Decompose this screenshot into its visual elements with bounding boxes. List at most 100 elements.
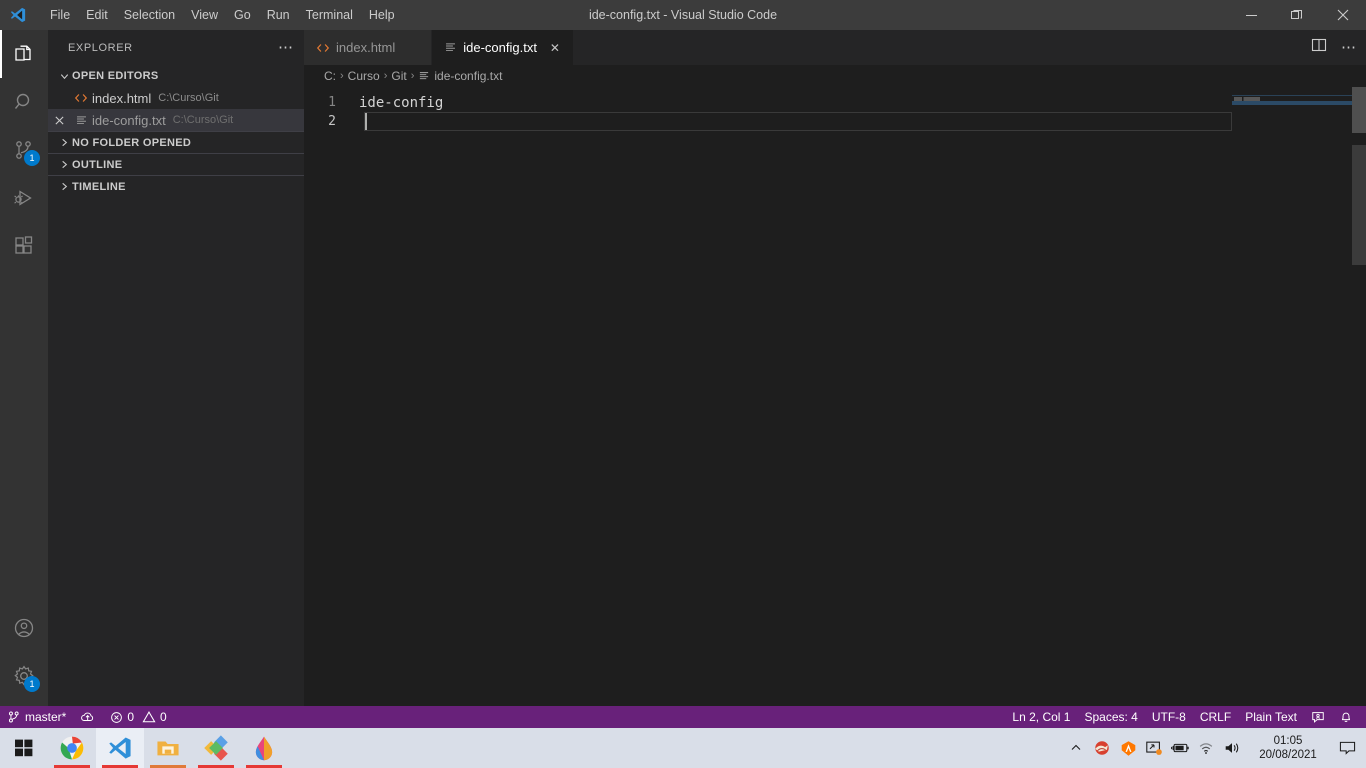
ellipsis-icon[interactable]: ⋯ xyxy=(1341,40,1356,55)
source-control-icon xyxy=(8,711,19,723)
menu-item-go[interactable]: Go xyxy=(226,0,259,30)
close-icon[interactable] xyxy=(48,115,70,126)
status-line-endings[interactable]: CRLF xyxy=(1193,706,1238,728)
minimize-button[interactable] xyxy=(1228,0,1274,30)
vscode-window: File Edit Selection View Go Run Terminal… xyxy=(0,0,1366,768)
taskbar-app-paint-drop[interactable] xyxy=(240,728,288,768)
html-file-icon xyxy=(70,91,92,105)
file-explorer-icon xyxy=(157,741,179,756)
status-cursor-position[interactable]: Ln 2, Col 1 xyxy=(1005,706,1077,728)
scrollbar-thumb[interactable] xyxy=(1352,87,1366,133)
open-editors-list: index.html C:\Curso\Git ide-config.txt C… xyxy=(48,87,304,131)
taskbar-app-diamond[interactable] xyxy=(192,728,240,768)
battery-icon[interactable] xyxy=(1168,728,1192,768)
breadcrumb-item-file[interactable]: ide-config.txt xyxy=(418,69,502,83)
activitybar-item-accounts[interactable] xyxy=(0,604,48,652)
sidebar-section-label: OUTLINE xyxy=(72,158,123,171)
breadcrumb-item-git[interactable]: Git xyxy=(391,69,406,83)
account-icon xyxy=(14,618,34,638)
taskbar-app-vscode[interactable] xyxy=(96,728,144,768)
status-sync[interactable] xyxy=(73,706,103,728)
cloud-upload-icon xyxy=(81,712,94,721)
chevron-right-icon xyxy=(56,137,72,148)
taskbar-clock[interactable]: 01:05 20/08/2021 xyxy=(1246,728,1330,768)
tab-index-html[interactable]: index.html ✕ xyxy=(304,30,433,65)
status-language-mode[interactable]: Plain Text xyxy=(1238,706,1304,728)
editor-area: index.html ✕ ide-config.txt ✕ xyxy=(304,30,1366,706)
wifi-icon[interactable] xyxy=(1194,728,1218,768)
activitybar-item-source-control[interactable]: 1 xyxy=(0,126,48,174)
editor-tabs: index.html ✕ ide-config.txt ✕ xyxy=(304,30,1366,65)
menu-item-edit[interactable]: Edit xyxy=(78,0,116,30)
status-problems[interactable]: 0 0 xyxy=(103,706,173,728)
bell-icon xyxy=(1342,712,1350,722)
menu-item-run[interactable]: Run xyxy=(259,0,298,30)
text-cursor xyxy=(365,113,367,130)
windows-start-icon[interactable] xyxy=(0,728,48,768)
menu-item-help[interactable]: Help xyxy=(361,0,403,30)
sidebar-section-no-folder-opened[interactable]: NO FOLDER OPENED xyxy=(48,131,304,153)
notification-icon[interactable] xyxy=(1332,728,1362,768)
status-encoding[interactable]: UTF-8 xyxy=(1145,706,1193,728)
sidebar-section-open-editors[interactable]: OPEN EDITORS xyxy=(48,65,304,87)
sidebar-section-timeline[interactable]: TIMELINE xyxy=(48,175,304,197)
window-controls xyxy=(1228,0,1366,30)
activitybar-item-manage[interactable]: 1 xyxy=(0,652,48,700)
text-file-icon xyxy=(70,114,92,127)
minimap[interactable] xyxy=(1232,87,1352,706)
taskbar-app-chrome[interactable] xyxy=(48,728,96,768)
scrollbar-track-segment[interactable] xyxy=(1352,145,1366,265)
code-editor[interactable]: 1 ide-config 2 xyxy=(304,87,1366,706)
close-icon[interactable]: ✕ xyxy=(547,40,563,56)
open-editor-item-index-html[interactable]: index.html C:\Curso\Git xyxy=(48,87,304,109)
taskbar-app-file-explorer[interactable] xyxy=(144,728,192,768)
menu-item-terminal[interactable]: Terminal xyxy=(298,0,361,30)
sidebar-section-label: OPEN EDITORS xyxy=(72,70,159,82)
avast-icon[interactable] xyxy=(1116,728,1140,768)
activitybar-item-search[interactable] xyxy=(0,78,48,126)
error-icon xyxy=(111,711,123,723)
run-debug-icon xyxy=(14,190,32,206)
chevron-up-icon[interactable] xyxy=(1064,728,1088,768)
vscode-icon xyxy=(109,737,131,759)
open-editor-description: C:\Curso\Git xyxy=(172,114,234,126)
menu-item-view[interactable]: View xyxy=(183,0,226,30)
open-editor-description: C:\Curso\Git xyxy=(158,92,219,104)
text-file-icon xyxy=(444,41,457,54)
breadcrumb-item-curso[interactable]: Curso xyxy=(348,69,380,83)
restore-button[interactable] xyxy=(1274,0,1320,30)
chrome-icon xyxy=(60,736,84,760)
menu-item-selection[interactable]: Selection xyxy=(116,0,183,30)
status-feedback[interactable] xyxy=(1304,706,1332,728)
status-bar-left: master* 0 0 xyxy=(0,706,174,728)
status-warning-count: 0 xyxy=(160,710,167,724)
speaker-icon[interactable] xyxy=(1220,728,1244,768)
activitybar-item-extensions[interactable] xyxy=(0,222,48,270)
code-line-1: 1 ide-config xyxy=(304,93,1366,112)
activity-bar: 1 1 xyxy=(0,30,48,706)
split-editor-icon[interactable] xyxy=(1311,37,1327,58)
ccleaner-icon[interactable] xyxy=(1090,728,1114,768)
close-button[interactable] xyxy=(1320,0,1366,30)
paint-drop-icon xyxy=(255,736,273,761)
activitybar-item-run-and-debug[interactable] xyxy=(0,174,48,222)
editor-scrollbar[interactable] xyxy=(1352,87,1366,706)
sidebar-title: EXPLORER xyxy=(68,41,133,54)
menu-item-file[interactable]: File xyxy=(42,0,78,30)
minimap-edge xyxy=(1232,95,1352,96)
ellipsis-icon[interactable]: ⋯ xyxy=(278,40,294,55)
breadcrumb-item-drive[interactable]: C: xyxy=(324,69,336,83)
windows-taskbar: 01:05 20/08/2021 xyxy=(0,728,1366,768)
activitybar-item-explorer[interactable] xyxy=(0,30,48,78)
status-notifications[interactable] xyxy=(1332,706,1360,728)
status-indentation[interactable]: Spaces: 4 xyxy=(1077,706,1144,728)
sidebar-section-outline[interactable]: OUTLINE xyxy=(48,153,304,175)
status-branch[interactable]: master* xyxy=(0,706,73,728)
line-number: 2 xyxy=(328,114,336,129)
tab-ide-config-txt[interactable]: ide-config.txt ✕ xyxy=(432,30,574,65)
code-lines: 1 ide-config 2 xyxy=(304,93,1366,131)
chevron-right-icon xyxy=(56,159,72,170)
title-bar: File Edit Selection View Go Run Terminal… xyxy=(0,0,1366,30)
open-editor-item-ide-config-txt[interactable]: ide-config.txt C:\Curso\Git xyxy=(48,109,304,131)
display-icon[interactable] xyxy=(1142,728,1166,768)
